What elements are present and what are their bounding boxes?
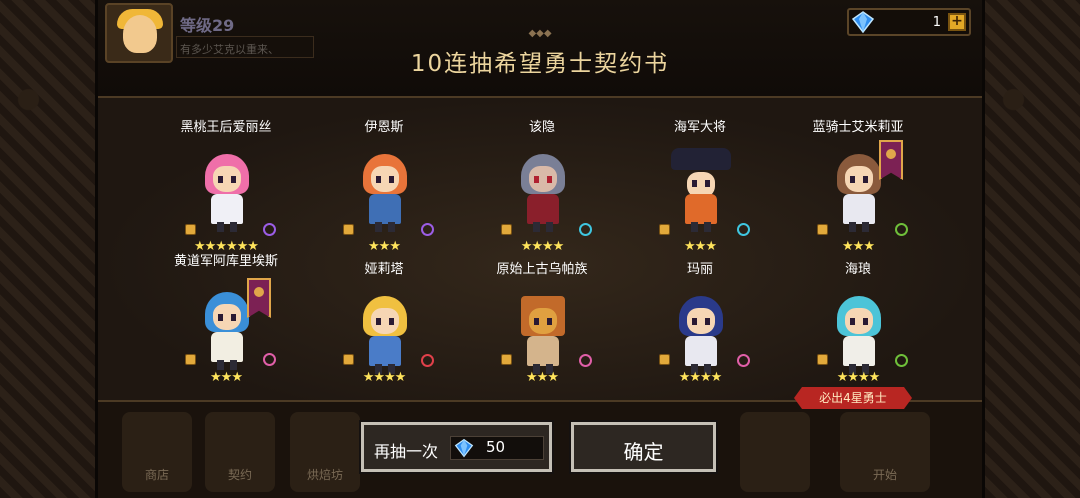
diamond-icon (454, 438, 474, 458)
hero-sprite (675, 296, 727, 374)
leaf-icon (895, 354, 908, 367)
gem-count: 1 (932, 15, 941, 30)
hero-stars: ★★★ (684, 239, 717, 254)
hero-name: 该隐 (528, 120, 555, 135)
menu-label-start: 开始 (872, 468, 897, 482)
hero-stars: ★★★★ (362, 370, 407, 385)
summon-again-label: 再抽一次 (374, 442, 439, 461)
menu-label-contract: 契约 (227, 468, 252, 482)
hero-name: 伊恩斯 (364, 120, 404, 135)
hero-card[interactable]: 娅莉塔 ★★★★ (309, 262, 459, 412)
hero-name: 玛丽 (686, 262, 713, 277)
hero-sprite (671, 148, 731, 232)
hero-name: 黑桃王后爱丽丝 (180, 120, 272, 135)
gem-counter: 1 + (847, 8, 971, 36)
confirm-button[interactable]: 确定 (569, 420, 718, 474)
scroll-icon (659, 224, 670, 235)
hero-name: 娅莉塔 (364, 262, 404, 277)
menu-label-shop: 商店 (144, 468, 169, 482)
crystal-icon (579, 223, 592, 236)
guaranteed-4-star-badge: 必出4星勇士 (794, 387, 912, 409)
gear-icon (263, 353, 276, 366)
hero-stars: ★★★★ (836, 370, 881, 385)
diamond-icon (851, 11, 875, 34)
scroll-icon (501, 354, 512, 365)
hero-name: 原始上古乌帕族 (496, 262, 588, 277)
scroll-icon (817, 224, 828, 235)
hero-stars: ★★★★★★ (194, 239, 259, 254)
menu-label-bakery: 烘焙坊 (306, 468, 343, 482)
summon-cost: 50 (486, 438, 506, 456)
hero-card[interactable]: 伊恩斯 ★★★ (309, 120, 459, 270)
crystal-icon (737, 223, 750, 236)
staff-icon (263, 223, 276, 236)
hero-card[interactable]: 海军大将 ★★★ (625, 120, 775, 270)
hero-stars: ★★★ (210, 370, 243, 385)
hero-sprite (201, 154, 253, 232)
scroll-icon (185, 224, 196, 235)
leaf-icon (895, 223, 908, 236)
hero-card[interactable]: 蓝骑士艾米莉亚 ★★★ (783, 120, 933, 270)
hero-card[interactable]: 黄道军阿库里埃斯 ★★★ (151, 254, 301, 404)
hero-name: 蓝骑士艾米莉亚 (812, 120, 904, 135)
title-ornament: ◆◆◆ (528, 28, 552, 39)
faction-banner-icon (247, 278, 271, 318)
hero-stars: ★★★ (368, 239, 401, 254)
hero-menu-icon (740, 412, 810, 492)
gear-icon (579, 354, 592, 367)
hero-sprite (833, 154, 885, 232)
summon-again-button[interactable]: 再抽一次 50 (359, 420, 554, 474)
add-gems-button[interactable]: + (948, 13, 966, 31)
hero-name: 海琅 (844, 262, 871, 277)
hero-stars: ★★★ (526, 370, 559, 385)
page-title: 10连抽希望勇士契约书 (410, 51, 670, 77)
hero-card[interactable]: 该隐 ★★★★ (467, 120, 617, 270)
hero-sprite (359, 296, 411, 374)
hero-sprite (517, 154, 569, 232)
hero-card[interactable]: 玛丽 ★★★★ (625, 262, 775, 412)
hero-card[interactable]: 原始上古乌帕族 ★★★ (467, 262, 617, 412)
hero-sprite (517, 296, 569, 374)
hero-stars: ★★★ (842, 239, 875, 254)
cross-icon (421, 354, 434, 367)
hero-card[interactable]: 黑桃王后爱丽丝 ★★★★★★ (151, 120, 301, 270)
scroll-icon (659, 354, 670, 365)
player-level: 等级29 (180, 16, 235, 35)
scroll-icon (185, 354, 196, 365)
faction-banner-icon (879, 140, 903, 180)
hero-stars: ★★★★ (678, 370, 723, 385)
hero-sprite (833, 296, 885, 374)
hero-name: 黄道军阿库里埃斯 (173, 254, 278, 269)
confirm-label: 确定 (623, 440, 664, 464)
hero-sprite (359, 154, 411, 232)
scroll-icon (501, 224, 512, 235)
hero-name: 海军大将 (673, 120, 726, 135)
scroll-icon (343, 354, 354, 365)
hero-stars: ★★★★ (520, 239, 565, 254)
scroll-icon (817, 354, 828, 365)
scroll-icon (343, 224, 354, 235)
hero-sprite (201, 292, 253, 370)
staff-icon (421, 223, 434, 236)
gear-icon (737, 354, 750, 367)
